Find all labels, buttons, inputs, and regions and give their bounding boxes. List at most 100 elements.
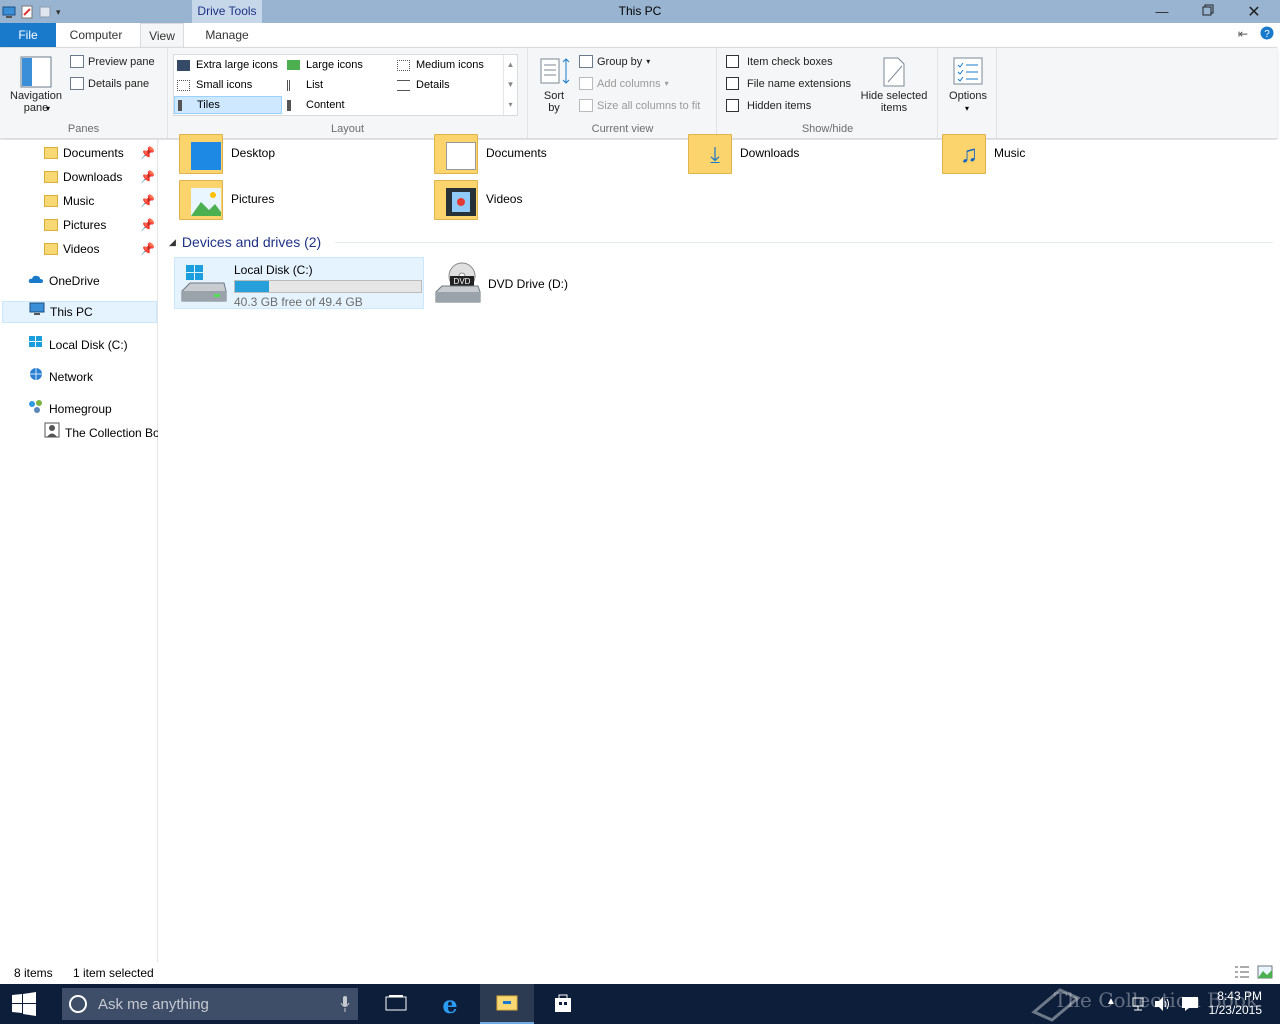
nav-item-videos[interactable]: Videos xyxy=(44,238,99,260)
documents-folder-icon xyxy=(44,147,58,159)
layout-small-icons[interactable]: Small icons xyxy=(174,76,282,94)
details-view-icon[interactable] xyxy=(1234,965,1250,982)
nav-item-label: Pictures xyxy=(63,218,107,232)
content-icon xyxy=(287,99,300,111)
nav-item-pictures[interactable]: Pictures xyxy=(44,214,106,236)
layout-gallery-scroll[interactable]: ▲ ▼ ▾ xyxy=(503,55,517,115)
file-name-extensions-checkbox[interactable] xyxy=(726,77,739,90)
taskbar-clock[interactable]: 8:43 PM 1/23/2015 xyxy=(1209,989,1262,1017)
expand-gallery-icon[interactable]: ▾ xyxy=(504,95,517,115)
nav-item-label: OneDrive xyxy=(49,274,100,288)
network-tray-icon[interactable] xyxy=(1130,996,1146,1015)
restore-button[interactable] xyxy=(1185,0,1231,23)
hidden-items-toggle[interactable]: Hidden items xyxy=(726,99,811,112)
group-by-icon xyxy=(579,55,593,68)
devices-section-header[interactable]: ◢ Devices and drives (2) xyxy=(169,234,321,250)
folder-tile-downloads[interactable]: ⤓ Downloads xyxy=(688,128,799,178)
folder-tile-music[interactable]: ♫ Music xyxy=(942,128,1025,178)
collapse-triangle-icon[interactable]: ◢ xyxy=(169,237,176,248)
pin-icon[interactable]: 📌 xyxy=(140,146,155,160)
tab-manage[interactable]: Manage xyxy=(196,23,258,47)
start-button[interactable] xyxy=(0,984,48,1024)
file-name-extensions-toggle[interactable]: File name extensions xyxy=(726,77,851,90)
drive-tile-dvd[interactable]: DVD DVD Drive (D:) xyxy=(429,257,629,309)
pin-icon[interactable]: 📌 xyxy=(140,242,155,256)
folder-tile-videos[interactable]: Videos xyxy=(434,174,522,224)
task-view-button[interactable] xyxy=(369,984,423,1024)
nav-item-documents[interactable]: Documents xyxy=(44,142,124,164)
store-app-button[interactable] xyxy=(536,984,590,1024)
nav-item-label: Music xyxy=(63,194,95,208)
close-button[interactable]: ✕ xyxy=(1231,0,1277,23)
add-columns-icon xyxy=(579,77,593,90)
pin-icon[interactable]: 📌 xyxy=(140,170,155,184)
help-icon[interactable]: ? xyxy=(1260,26,1274,43)
layout-item-label: Content xyxy=(306,99,345,111)
volume-icon[interactable] xyxy=(1153,996,1171,1015)
content-pane: Desktop Documents ⤓ Downloads ♫ Music Pi… xyxy=(159,134,1280,962)
action-center-icon[interactable] xyxy=(1181,996,1199,1015)
nav-item-downloads[interactable]: Downloads xyxy=(44,166,122,188)
nav-item-homegroup[interactable]: Homegroup xyxy=(28,398,112,420)
folder-tile-documents[interactable]: Documents xyxy=(434,128,547,178)
scroll-up-icon[interactable]: ▲ xyxy=(504,55,517,75)
tab-view[interactable]: View xyxy=(140,23,184,47)
pin-icon[interactable]: 📌 xyxy=(140,218,155,232)
nav-item-onedrive[interactable]: OneDrive xyxy=(28,270,100,292)
layout-details[interactable]: Details xyxy=(394,76,502,94)
layout-item-label: Small icons xyxy=(196,79,253,91)
options-button[interactable]: Options ▾ xyxy=(943,54,993,116)
minimize-ribbon-icon[interactable]: ⇤ xyxy=(1238,27,1248,41)
pin-icon[interactable]: 📌 xyxy=(140,194,155,208)
preview-pane-button[interactable]: Preview pane xyxy=(70,55,155,68)
task-view-icon xyxy=(385,994,407,1014)
nav-item-label: Documents xyxy=(63,146,124,160)
navigation-pane-button[interactable]: Navigation pane ▾ xyxy=(6,54,66,116)
layout-item-label: Medium icons xyxy=(416,59,484,71)
add-columns-button[interactable]: Add columns ▾ xyxy=(579,77,669,90)
nav-item-local-disk[interactable]: Local Disk (C:) xyxy=(28,334,128,356)
folder-tile-desktop[interactable]: Desktop xyxy=(179,128,275,178)
show-hidden-icons-icon[interactable]: ▲ xyxy=(1106,996,1116,1007)
layout-medium-icons[interactable]: Medium icons xyxy=(394,56,502,74)
item-check-boxes-checkbox[interactable] xyxy=(726,55,739,68)
microphone-icon[interactable] xyxy=(340,995,350,1017)
properties-icon[interactable] xyxy=(20,5,34,19)
drive-free-space: 40.3 GB free of 49.4 GB xyxy=(234,295,363,309)
tab-file[interactable]: File xyxy=(0,23,56,47)
drive-tile-local-disk[interactable]: Local Disk (C:) 40.3 GB free of 49.4 GB xyxy=(174,257,424,309)
edge-app-button[interactable]: e xyxy=(423,984,477,1024)
sort-by-button[interactable]: Sort by xyxy=(537,54,571,116)
nav-item-music[interactable]: Music xyxy=(44,190,94,212)
hidden-items-checkbox[interactable] xyxy=(726,99,739,112)
tab-computer[interactable]: Computer xyxy=(62,23,130,47)
group-by-button[interactable]: Group by ▾ xyxy=(579,55,650,68)
large-icons-view-icon[interactable] xyxy=(1257,965,1273,982)
folder-tile-pictures[interactable]: Pictures xyxy=(179,174,274,224)
layout-extra-large-icons[interactable]: Extra large icons xyxy=(174,56,282,74)
layout-content[interactable]: Content xyxy=(284,96,392,114)
hide-selected-items-button[interactable]: Hide selected items xyxy=(856,54,932,116)
nav-item-network[interactable]: Network xyxy=(28,366,93,388)
ribbon: Navigation pane ▾ Preview pane Details p… xyxy=(0,47,1277,139)
item-check-boxes-toggle[interactable]: Item check boxes xyxy=(726,55,833,68)
this-pc-icon[interactable] xyxy=(2,5,16,19)
local-disk-icon xyxy=(28,334,44,356)
minimize-icon: — xyxy=(1155,4,1169,19)
cortana-search-box[interactable]: Ask me anything xyxy=(62,988,358,1020)
new-folder-icon[interactable] xyxy=(38,5,52,19)
layout-tiles[interactable]: Tiles xyxy=(174,96,282,114)
nav-item-label: Videos xyxy=(63,242,100,256)
file-explorer-app-button[interactable] xyxy=(480,984,534,1024)
customize-qat-chevron-icon[interactable]: ▾ xyxy=(56,5,70,19)
layout-large-icons[interactable]: Large icons xyxy=(284,56,392,74)
scroll-down-icon[interactable]: ▼ xyxy=(504,75,517,95)
nav-item-label: This PC xyxy=(50,305,93,319)
layout-list[interactable]: List xyxy=(284,76,392,94)
details-pane-button[interactable]: Details pane xyxy=(70,77,149,90)
minimize-button[interactable]: — xyxy=(1139,0,1185,23)
size-all-columns-button[interactable]: Size all columns to fit xyxy=(579,99,700,112)
nav-item-homegroup-user[interactable]: The Collection Bo xyxy=(44,422,158,444)
nav-item-this-pc[interactable]: This PC xyxy=(2,301,157,323)
drive-usage-bar xyxy=(234,280,422,293)
